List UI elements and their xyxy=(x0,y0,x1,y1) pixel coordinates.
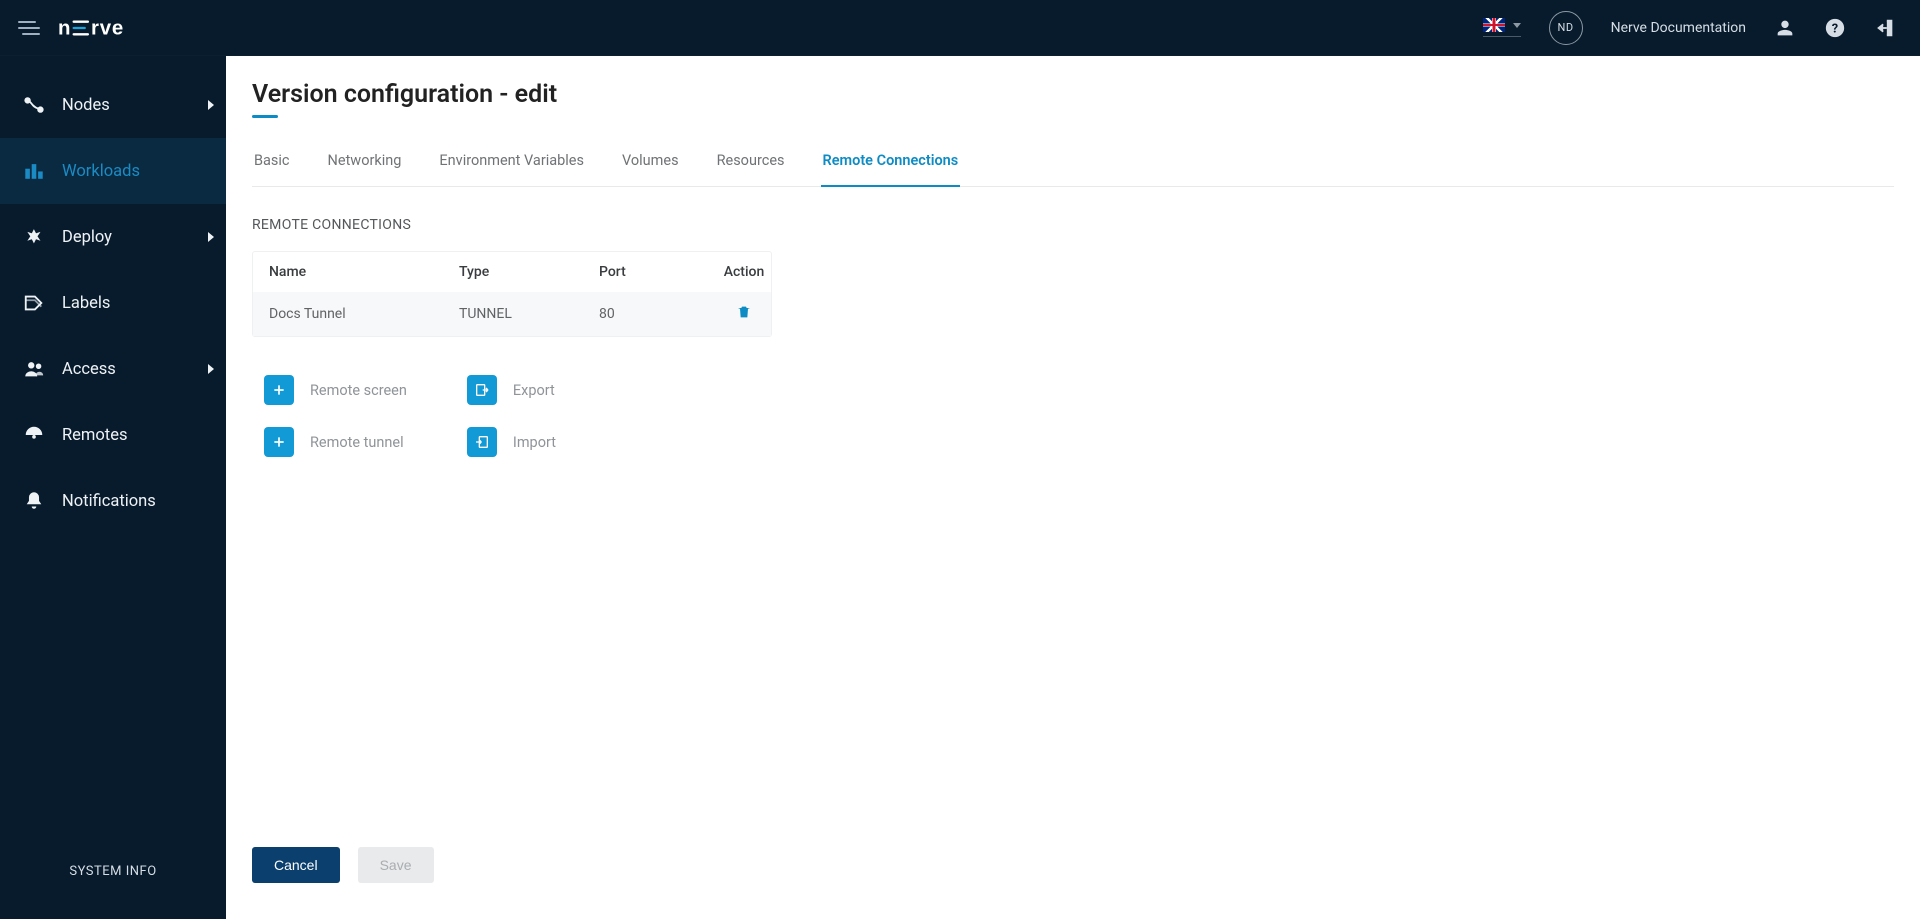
plus-icon xyxy=(264,427,294,457)
action-label: Remote screen xyxy=(310,382,407,399)
col-port: Port xyxy=(599,264,699,280)
sidebar-item-label: Nodes xyxy=(62,96,110,115)
delete-icon[interactable] xyxy=(736,304,752,324)
help-icon[interactable]: ? xyxy=(1824,17,1846,39)
sidebar-item-nodes[interactable]: Nodes xyxy=(0,72,226,138)
sidebar-item-label: Deploy xyxy=(62,228,112,247)
col-name: Name xyxy=(269,264,459,280)
svg-text:rve: rve xyxy=(91,17,124,39)
user-label: Nerve Documentation xyxy=(1611,20,1746,36)
col-type: Type xyxy=(459,264,599,280)
footer-buttons: Cancel Save xyxy=(252,847,1894,883)
language-selector[interactable] xyxy=(1483,18,1521,37)
svg-text:n: n xyxy=(58,17,71,39)
export-button[interactable]: Export xyxy=(467,375,556,405)
cell-port: 80 xyxy=(599,306,699,322)
save-button[interactable]: Save xyxy=(358,847,434,883)
chevron-down-icon xyxy=(1513,23,1521,28)
sidebar-item-label: Remotes xyxy=(62,426,127,445)
action-label: Import xyxy=(513,434,556,451)
sidebar-item-remotes[interactable]: Remotes xyxy=(0,402,226,468)
export-icon xyxy=(467,375,497,405)
logout-icon[interactable] xyxy=(1874,17,1896,39)
menu-toggle[interactable] xyxy=(18,21,40,35)
section-label: REMOTE CONNECTIONS xyxy=(252,217,1894,233)
title-underline xyxy=(252,115,278,118)
col-action: Action xyxy=(699,264,789,280)
sidebar-item-notifications[interactable]: Notifications xyxy=(0,468,226,534)
nodes-icon xyxy=(22,94,46,116)
system-info-link[interactable]: SYSTEM INFO xyxy=(0,838,226,919)
sidebar-item-workloads[interactable]: Workloads xyxy=(0,138,226,204)
remotes-icon xyxy=(22,424,46,446)
plus-icon xyxy=(264,375,294,405)
table-row[interactable]: Docs Tunnel TUNNEL 80 xyxy=(253,292,771,336)
access-icon xyxy=(22,358,46,380)
cell-name: Docs Tunnel xyxy=(269,306,459,322)
tabs: Basic Networking Environment Variables V… xyxy=(252,152,1894,187)
tab-basic[interactable]: Basic xyxy=(252,152,292,186)
sidebar-item-deploy[interactable]: Deploy xyxy=(0,204,226,270)
tab-env-vars[interactable]: Environment Variables xyxy=(437,152,586,186)
topbar: n rve ND Nerve Documentation ? xyxy=(0,0,1920,56)
chevron-right-icon xyxy=(208,364,214,374)
page-title: Version configuration - edit xyxy=(252,80,1894,109)
remote-connections-table: Name Type Port Action Docs Tunnel TUNNEL… xyxy=(252,251,772,337)
add-remote-screen-button[interactable]: Remote screen xyxy=(264,375,407,405)
tab-volumes[interactable]: Volumes xyxy=(620,152,681,186)
avatar-initials: ND xyxy=(1558,21,1574,34)
action-buttons: Remote screen Remote tunnel Export xyxy=(264,375,1894,457)
svg-text:?: ? xyxy=(1832,21,1838,36)
sidebar-item-label: Access xyxy=(62,360,116,379)
action-label: Remote tunnel xyxy=(310,434,404,451)
import-icon xyxy=(467,427,497,457)
sidebar-item-label: Notifications xyxy=(62,492,156,511)
cell-type: TUNNEL xyxy=(459,306,599,322)
workloads-icon xyxy=(22,160,46,182)
labels-icon xyxy=(22,292,46,314)
tab-networking[interactable]: Networking xyxy=(326,152,404,186)
add-remote-tunnel-button[interactable]: Remote tunnel xyxy=(264,427,407,457)
tab-remote-connections[interactable]: Remote Connections xyxy=(821,152,961,187)
sidebar-item-label: Labels xyxy=(62,294,110,313)
logo[interactable]: n rve xyxy=(58,14,168,42)
sidebar: Nodes Workloads Deploy Labels xyxy=(0,56,226,919)
sidebar-item-labels[interactable]: Labels xyxy=(0,270,226,336)
main-content: Version configuration - edit Basic Netwo… xyxy=(226,56,1920,919)
import-button[interactable]: Import xyxy=(467,427,556,457)
chevron-right-icon xyxy=(208,232,214,242)
cancel-button[interactable]: Cancel xyxy=(252,847,340,883)
deploy-icon xyxy=(22,226,46,248)
sidebar-item-access[interactable]: Access xyxy=(0,336,226,402)
sidebar-item-label: Workloads xyxy=(62,162,140,181)
profile-icon[interactable] xyxy=(1774,17,1796,39)
table-header-row: Name Type Port Action xyxy=(253,252,771,292)
chevron-right-icon xyxy=(208,100,214,110)
tab-resources[interactable]: Resources xyxy=(715,152,787,186)
avatar[interactable]: ND xyxy=(1549,11,1583,45)
uk-flag-icon xyxy=(1483,18,1505,32)
action-label: Export xyxy=(513,382,555,399)
notifications-icon xyxy=(22,490,46,512)
